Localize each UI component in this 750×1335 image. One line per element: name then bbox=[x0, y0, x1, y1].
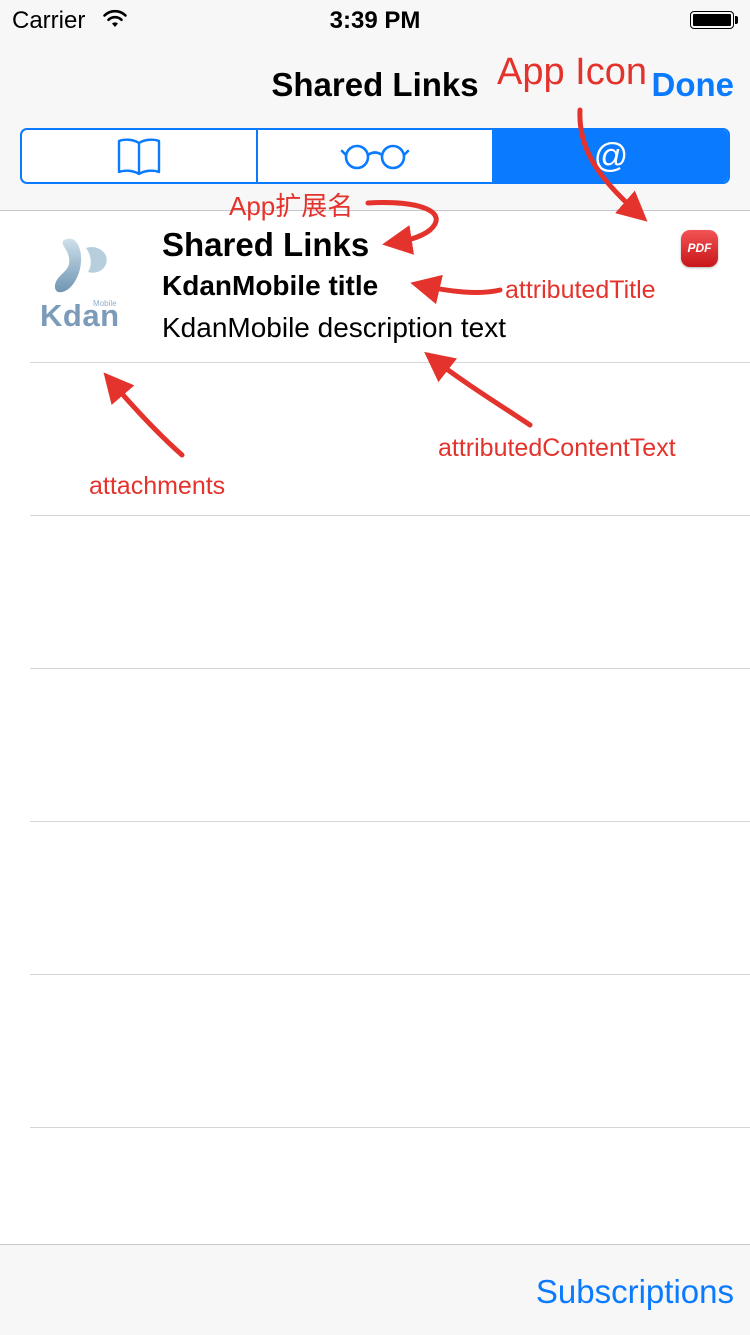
arrow-attributed-title bbox=[410, 274, 503, 305]
arrow-attachments bbox=[103, 372, 185, 458]
arrow-app-icon bbox=[577, 107, 648, 222]
subscriptions-button[interactable]: Subscriptions bbox=[536, 1273, 734, 1311]
annotation-attributed-content: attributedContentText bbox=[438, 434, 676, 462]
bottom-toolbar: Subscriptions bbox=[0, 1244, 750, 1335]
arrow-app-extension bbox=[365, 200, 439, 255]
annotation-app-icon: App Icon bbox=[497, 51, 647, 93]
annotation-attachments: attachments bbox=[89, 472, 226, 500]
annotation-arrows bbox=[103, 107, 648, 458]
annotation-app-extension: App扩展名 bbox=[229, 191, 354, 221]
annotation-attributed-title: attributedTitle bbox=[505, 276, 656, 304]
arrow-attributed-content bbox=[424, 351, 533, 428]
